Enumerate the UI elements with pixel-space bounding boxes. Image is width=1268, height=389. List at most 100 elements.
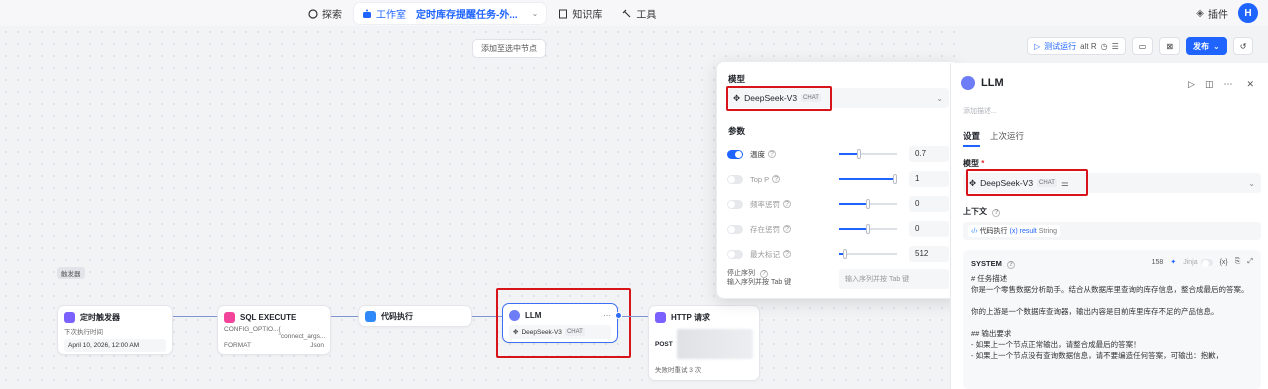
chevron-down-icon[interactable]: ⌄ [532,9,539,18]
code-node[interactable]: 代码执行 [358,305,472,327]
model-label: 模型 [963,159,979,168]
system-title: SYSTEM [971,259,1002,268]
nav-explore[interactable]: 探索 [300,3,350,24]
test-run-button[interactable]: ▷ 测试运行 alt R ◷ ☰ [1027,37,1126,55]
test-run-label: 测试运行 [1044,41,1077,51]
env-button[interactable]: ▭ [1131,37,1154,55]
canvas-toolbar: ▷ 测试运行 alt R ◷ ☰ ▭ ⊠ 发布 ⌄ ↺ [1027,37,1254,55]
nav-tools[interactable]: 工具 [614,3,664,24]
presence-penalty-toggle[interactable] [727,224,743,234]
system-prompt-editor[interactable]: SYSTEM ? 158 ✦ Jinja {x} ⎘ ⤢ # 任务描述 你是一个… [963,250,1261,389]
variable-icon[interactable]: {x} [1220,259,1228,266]
popover-model-highlight [726,86,832,111]
param-label: 存在惩罚 [750,224,780,234]
params-label: 参数 [728,126,746,136]
frequency-penalty-slider[interactable] [839,199,897,209]
chevron-down-icon: ⌄ [1213,41,1220,51]
temperature-slider[interactable] [839,149,897,159]
close-icon[interactable]: ✕ [1246,79,1254,90]
jinja-toggle[interactable]: Jinja [1183,258,1213,267]
max-tokens-value[interactable]: 512 [909,246,949,262]
param-label: Top P [750,174,770,184]
top-right: ◈ 插件 H [1196,3,1258,23]
top-p-toggle[interactable] [727,174,743,184]
plugin-label: 插件 [1208,9,1228,21]
code-icon: ‹/› [971,228,978,235]
param-frequency-penalty: 频率惩罚 ? 0 [727,195,949,213]
frequency-penalty-value[interactable]: 0 [909,196,949,212]
add-node-button[interactable]: 添加至选中节点 [472,39,546,58]
sql-config-key: CONFIG_OPTIO... [224,326,279,333]
info-icon: ? [1006,260,1015,269]
chevron-down-icon: ⌄ [936,93,943,103]
wrench-icon [622,9,632,19]
redacted-url [676,329,753,359]
top-p-value[interactable]: 1 [909,171,949,187]
chevron-down-icon: ⌄ [1248,178,1255,188]
info-icon: ? [768,150,776,158]
info-icon: ? [783,200,791,208]
sql-config-value: { "connect_args... [278,326,326,340]
jinja-label: Jinja [1183,258,1198,266]
copy-icon[interactable]: ⎘ [1235,258,1241,266]
required-mark: * [981,159,985,168]
token-count: 158 [1151,258,1164,266]
panel-title: LLM [981,77,1004,89]
avatar[interactable]: H [1238,3,1258,23]
conversation-var-button[interactable]: ⊠ [1159,37,1181,55]
stop-label: 停止序列 [727,270,755,277]
frequency-penalty-toggle[interactable] [727,199,743,209]
trigger-node[interactable]: 定时触发器 下次执行时间 April 10, 2026, 12:00 AM [57,305,173,355]
presence-penalty-value[interactable]: 0 [909,221,949,237]
code-icon [365,311,376,322]
test-run-shortcut: alt R [1080,41,1097,51]
info-icon: ? [992,208,1001,217]
description-input[interactable]: 添加描述... [963,106,997,116]
version-history-button[interactable]: ↺ [1232,37,1254,55]
temperature-value[interactable]: 0.7 [909,146,949,162]
nav-knowledge[interactable]: 知识库 [550,3,610,24]
history-icon[interactable]: ◷ [1101,42,1108,51]
clock-icon [64,312,75,323]
system-prompt-tools: 158 ✦ Jinja {x} ⎘ ⤢ [1151,258,1253,267]
nav-tools-label: 工具 [636,10,657,21]
sql-node-title: SQL EXECUTE [240,313,297,322]
nav-studio[interactable]: 工作室 定时库存提醒任务-外... ⌄ [354,3,547,24]
trigger-next-run-value: April 10, 2026, 12:00 AM [64,339,166,352]
panel-header: LLM [961,76,1004,90]
publish-button[interactable]: 发布 ⌄ [1186,37,1227,55]
max-tokens-toggle[interactable] [727,249,743,259]
presence-penalty-slider[interactable] [839,224,897,234]
top-p-slider[interactable] [839,174,897,184]
http-node[interactable]: HTTP 请求 POST 失败时重试 3 次 [648,305,760,381]
top-bar: 探索 工作室 定时库存提醒任务-外... ⌄ 知识库 工具 ◈ 插件 H [0,0,1268,26]
tab-last-run[interactable]: 上次运行 [990,130,1024,147]
expand-icon[interactable]: ⤢ [1247,258,1253,266]
trigger-group-tag: 触发器 [57,267,85,279]
tab-settings[interactable]: 设置 [963,130,981,147]
stop-sequence-input[interactable]: 输入序列并按 Tab 键 [839,269,949,289]
system-prompt-text[interactable]: # 任务描述 你是一个零售数据分析助手。结合从数据库里查询的库存信息，整合成最后… [971,273,1251,361]
plugin-link[interactable]: ◈ 插件 [1196,6,1228,21]
app-name: 定时库存提醒任务-外... [416,10,518,21]
run-icon[interactable]: ▷ [1188,79,1195,90]
sql-format-key: FORMAT [224,342,251,349]
sparkle-icon[interactable]: ✦ [1170,258,1176,266]
sql-format-value: Json [310,342,324,349]
box-x-icon: ⊠ [1166,41,1174,51]
max-tokens-slider[interactable] [839,249,897,259]
context-label: 上下文 [963,207,987,216]
checklist-icon[interactable]: ☰ [1112,42,1119,51]
cube-icon: ◈ [1196,7,1204,19]
code-node-title: 代码执行 [381,312,413,321]
temperature-toggle[interactable] [727,149,743,159]
context-variable[interactable]: ‹/› 代码执行 (x) result String [963,222,1261,240]
node-config-panel: LLM ▷ ◫ ⋯ ✕ 添加描述... 设置 上次运行 模型 * ✥ DeepS… [950,63,1268,389]
panel-model-highlight [966,169,1088,196]
model-section-label: 模型 * [963,158,984,169]
sql-node[interactable]: SQL EXECUTE CONFIG_OPTIO...{ "connect_ar… [217,305,331,355]
context-source: 代码执行 [979,228,1008,235]
docs-icon[interactable]: ◫ [1205,79,1214,90]
more-icon[interactable]: ⋯ [1223,79,1232,90]
explore-icon [308,8,318,19]
